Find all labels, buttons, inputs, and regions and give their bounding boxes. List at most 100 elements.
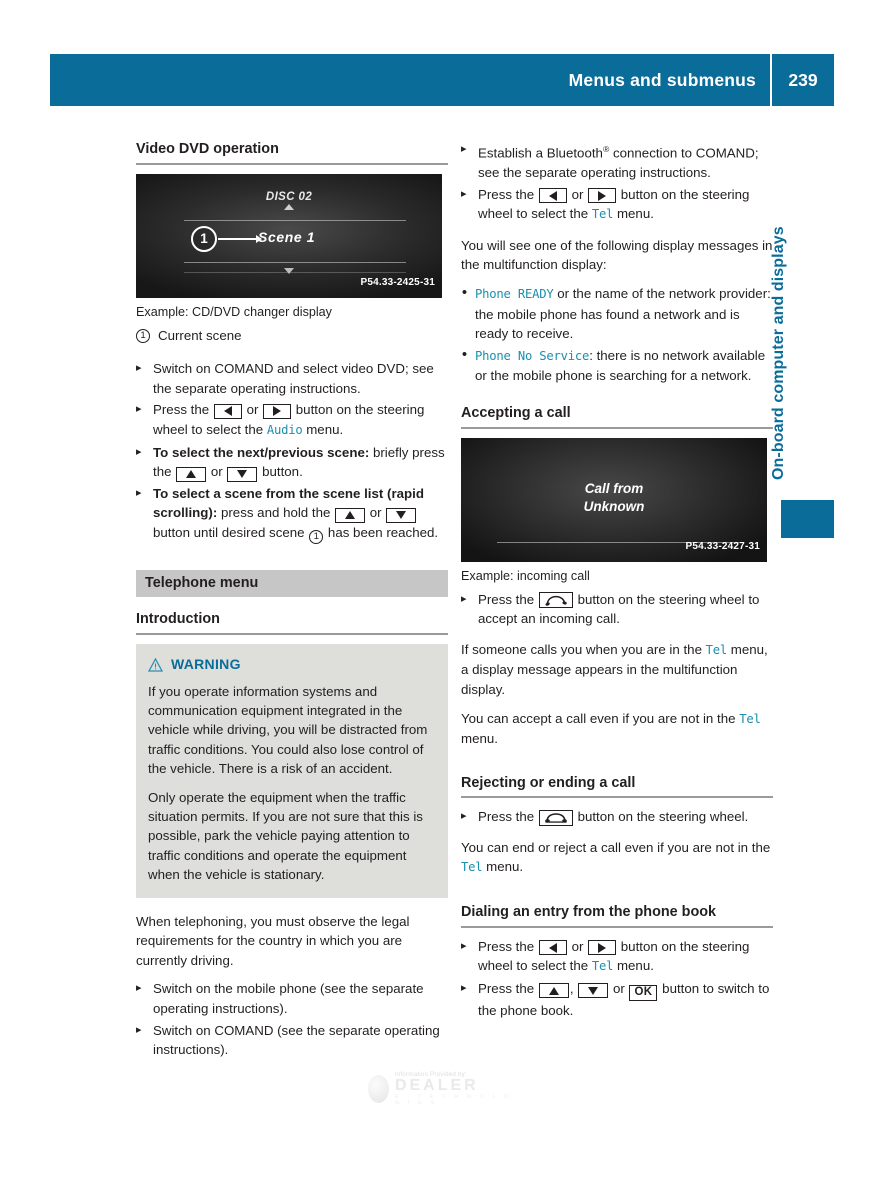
step-text: Switch on the mobile phone (see the sepa…	[153, 981, 424, 1016]
step-arrow-icon: ▸	[136, 982, 142, 995]
step-arrow-icon: ▸	[136, 403, 142, 416]
caret-down-icon	[284, 267, 294, 274]
step-item: ▸ Establish a Bluetooth® connection to C…	[461, 140, 773, 183]
step-arrow-icon: ▸	[136, 445, 142, 458]
steering-wheel-down-button[interactable]	[578, 983, 609, 999]
legend-item: 1 Current scene	[136, 326, 448, 346]
steering-wheel-right-button[interactable]	[263, 403, 292, 419]
step-arrow-icon: ▸	[136, 1023, 142, 1036]
display-term: Tel	[591, 959, 614, 974]
intro-paragraph: You will see one of the following displa…	[461, 237, 773, 273]
figure-image-code: P54.33-2427-31	[685, 540, 760, 552]
figure-cd-dvd-changer-display: DISC 02 1 Scene 1 P54.33-2425-31	[136, 173, 442, 298]
page-number: 239	[788, 69, 818, 90]
globe-icon	[368, 1075, 389, 1103]
bullet-item: • Phone READY or the name of the network…	[461, 284, 773, 344]
heading-introduction: Introduction	[136, 610, 448, 635]
step-text: Press the or button on the steering whee…	[153, 402, 425, 437]
step-item: ▸ Press the or button on the steering wh…	[136, 400, 448, 440]
bullet-dot-icon: •	[461, 345, 468, 363]
step-item: ▸ Press the or button on the steering wh…	[461, 937, 773, 977]
phone-end-call-button[interactable]	[538, 809, 573, 826]
watermark-line-sub: E - T E C H N O L O G I E S	[394, 1093, 512, 1106]
warning-header: WARNING	[148, 655, 436, 675]
triangle-down-icon	[237, 470, 248, 479]
bullet-text: Phone READY or the name of the network p…	[475, 285, 771, 342]
step-item: ▸ Press the button on the steering wheel…	[461, 590, 773, 629]
chapter-side-tab-marker	[781, 500, 834, 538]
handset-onhook-icon	[545, 813, 567, 823]
triangle-down-icon	[588, 986, 599, 995]
step-arrow-icon: ▸	[461, 592, 467, 605]
figure-callout-1: 1	[191, 225, 217, 252]
right-column: ▸ Establish a Bluetooth® connection to C…	[461, 140, 773, 1022]
watermark-line-main: DEALER	[394, 1077, 479, 1095]
step-text: Press the , or OK button to switch to th…	[478, 980, 770, 1018]
steering-wheel-left-button[interactable]	[538, 188, 567, 204]
steering-wheel-right-button[interactable]	[588, 188, 617, 204]
phone-accept-call-button[interactable]	[538, 592, 573, 609]
figure-callout-leader-line	[218, 234, 262, 243]
steering-wheel-down-button[interactable]	[386, 507, 417, 523]
warning-paragraph: Only operate the equipment when the traf…	[148, 789, 423, 883]
triangle-right-icon	[273, 406, 282, 417]
display-term: Tel	[591, 207, 614, 222]
step-item: ▸ To select the next/previous scene: bri…	[136, 443, 448, 482]
watermark-text: Information Provided by: DEALER E - T E …	[394, 1071, 518, 1107]
triangle-left-icon	[548, 190, 557, 201]
step-arrow-icon: ▸	[461, 981, 467, 994]
step-arrow-icon: ▸	[461, 810, 467, 823]
chapter-side-tab-label: On-board computer and displays	[770, 226, 787, 480]
left-column: Video DVD operation DISC 02 1 Scene 1 P5…	[136, 140, 448, 1062]
handset-offhook-icon	[545, 595, 567, 606]
step-text: To select the next/previous scene: brief…	[153, 443, 448, 482]
warning-title: WARNING	[171, 655, 241, 672]
triangle-left-icon	[223, 406, 232, 417]
heading-video-dvd-operation: Video DVD operation	[136, 140, 448, 165]
warning-paragraph: If you operate information systems and c…	[148, 683, 428, 777]
heading-rejecting-or-ending-a-call: Rejecting or ending a call	[461, 774, 773, 799]
triangle-left-icon	[548, 942, 557, 953]
step-item: ▸ Press the button on the steering wheel…	[461, 807, 773, 827]
figure-scene-label: Scene 1	[258, 228, 316, 245]
warning-triangle-icon	[148, 657, 163, 672]
figure-call-message-line1: Call from	[584, 480, 644, 496]
bullet-dot-icon: •	[461, 283, 468, 301]
display-term: Phone No Service	[475, 348, 590, 363]
caret-up-icon	[284, 203, 294, 210]
step-text: Switch on COMAND (see the separate opera…	[153, 1022, 440, 1058]
accepting-paragraph: If someone calls you when you are in the…	[461, 641, 768, 697]
figure-image-code: P54.33-2425-31	[360, 277, 435, 288]
steering-wheel-down-button[interactable]	[227, 466, 258, 482]
bullet-text: Phone No Service: there is no network av…	[475, 347, 766, 384]
display-term: Tel	[739, 711, 761, 726]
heading-accepting-a-call: Accepting a call	[461, 404, 773, 429]
step-text: Establish a Bluetooth® connection to COM…	[478, 144, 759, 181]
page-header-bar: Menus and submenus 239	[50, 54, 834, 106]
figure-caption: Example: incoming call	[461, 568, 590, 583]
step-text: Press the button on the steering wheel t…	[478, 591, 760, 627]
steering-wheel-up-button[interactable]	[335, 507, 366, 523]
steering-wheel-left-button[interactable]	[538, 940, 567, 956]
step-arrow-icon: ▸	[136, 362, 142, 375]
steering-wheel-up-button[interactable]	[538, 983, 569, 999]
figure-divider-line	[184, 219, 406, 221]
triangle-up-icon	[548, 986, 559, 995]
figure-incoming-call-display: Call from Unknown P54.33-2427-31	[461, 437, 767, 562]
triangle-right-icon	[598, 942, 607, 953]
step-item: ▸ To select a scene from the scene list …	[136, 484, 448, 544]
step-item: ▸ Press the , or OK button to switch to …	[461, 979, 773, 1020]
steering-wheel-up-button[interactable]	[176, 466, 207, 482]
step-arrow-icon: ▸	[461, 143, 467, 155]
display-term: Phone READY	[475, 286, 554, 301]
step-item: ▸ Press the or button on the steering wh…	[461, 185, 773, 225]
steering-wheel-left-button[interactable]	[213, 403, 242, 419]
steering-wheel-ok-button[interactable]: OK	[629, 984, 658, 1001]
warning-box: WARNING If you operate information syste…	[136, 643, 448, 898]
rejecting-paragraph: You can end or reject a call even if you…	[461, 839, 771, 875]
step-text: Switch on COMAND and select video DVD; s…	[153, 361, 434, 396]
step-arrow-icon: ▸	[461, 939, 467, 952]
steering-wheel-right-button[interactable]	[588, 940, 617, 956]
figure-divider-line	[184, 261, 406, 263]
triangle-up-icon	[345, 511, 356, 520]
